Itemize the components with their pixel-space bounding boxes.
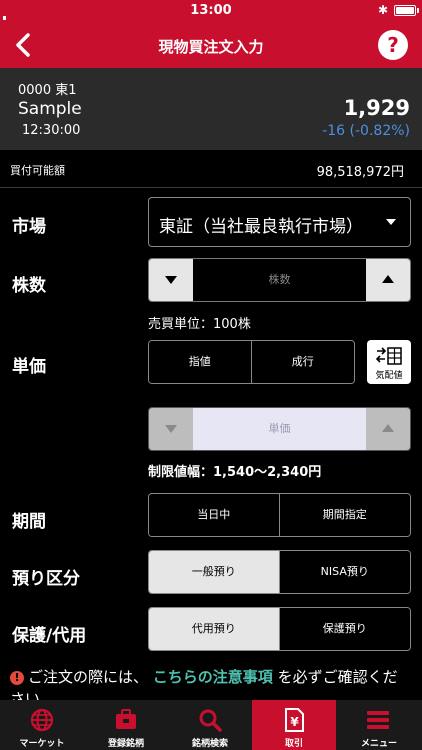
period-segment: 当日中 期間指定 bbox=[148, 493, 411, 537]
price-input[interactable]: 単価 bbox=[193, 408, 366, 450]
market-select[interactable]: 東証（当社最良執行市場） bbox=[148, 197, 411, 247]
substitute-custody-option[interactable]: 代用預り bbox=[149, 608, 280, 650]
bluetooth-icon: ✱ bbox=[377, 3, 388, 17]
triangle-up-icon bbox=[382, 424, 394, 432]
stock-code: 0000 東1 bbox=[18, 83, 77, 98]
nav-bar: 現物買注文入力 ? bbox=[0, 22, 422, 68]
tab-market-label: マーケット bbox=[19, 739, 65, 749]
account-type-segment: 一般預り NISA預り bbox=[148, 550, 411, 594]
period-label: 期間 bbox=[12, 512, 46, 532]
buying-power-label: 買付可能額 bbox=[10, 164, 65, 177]
battery-tip bbox=[417, 8, 419, 13]
status-bar: 13:00 ✱ bbox=[0, 0, 422, 22]
quote-board-icon bbox=[375, 347, 402, 365]
page-title: 現物買注文入力 bbox=[158, 38, 264, 56]
status-time: 13:00 bbox=[190, 3, 232, 18]
price-label: 単価 bbox=[12, 357, 46, 377]
shares-increment-button[interactable] bbox=[366, 259, 410, 301]
tab-search-label: 銘柄検索 bbox=[191, 739, 228, 749]
custody-segment: 代用預り 保護預り bbox=[148, 607, 411, 651]
caret-down-icon bbox=[386, 219, 396, 225]
tab-menu-label: メニュー bbox=[360, 739, 397, 749]
price-stepper: 単価 bbox=[148, 407, 411, 451]
notice-prefix: ご注文の際には、 bbox=[28, 668, 149, 686]
exclamation-icon: ! bbox=[10, 671, 24, 685]
triangle-down-icon bbox=[165, 425, 177, 433]
quote-time: 12:30:00 bbox=[22, 123, 81, 138]
tab-watchlist-label: 登録銘柄 bbox=[107, 739, 144, 749]
buying-power-value: 98,518,972円 bbox=[316, 165, 404, 180]
price-type-segment: 指値 成行 bbox=[148, 340, 355, 384]
market-label: 市場 bbox=[12, 217, 46, 237]
help-button[interactable]: ? bbox=[378, 30, 408, 60]
tab-search[interactable]: 銘柄検索 bbox=[168, 700, 252, 750]
buying-power: 買付可能額 98,518,972円 bbox=[0, 150, 422, 188]
current-price: 1,929 bbox=[343, 96, 410, 120]
nisa-account-option[interactable]: NISA預り bbox=[279, 551, 410, 593]
triangle-up-icon bbox=[382, 275, 394, 283]
briefcase-icon bbox=[116, 709, 136, 729]
stock-name: Sample bbox=[18, 99, 82, 119]
shares-input[interactable]: 株数 bbox=[193, 259, 366, 301]
price-decrement-button[interactable] bbox=[149, 408, 193, 450]
account-type-label: 預り区分 bbox=[12, 569, 80, 589]
search-icon bbox=[199, 709, 222, 732]
notice-message: ! ご注文の際には、 こちらの注意事項 を必ずご確認ください。 bbox=[10, 666, 412, 700]
notice-link[interactable]: こちらの注意事項 bbox=[153, 668, 273, 686]
trading-unit-note: 売買単位：100株 bbox=[148, 317, 251, 332]
shares-decrement-button[interactable] bbox=[149, 259, 193, 301]
shares-stepper: 株数 bbox=[148, 258, 411, 302]
period-today-option[interactable]: 当日中 bbox=[149, 494, 280, 536]
market-selected-value: 東証（当社最良執行市場） bbox=[159, 217, 363, 237]
quote-board-button[interactable]: 気配値 bbox=[367, 340, 411, 384]
tab-menu[interactable]: メニュー bbox=[336, 700, 422, 750]
general-account-option[interactable]: 一般預り bbox=[149, 551, 280, 593]
limit-order-option[interactable]: 指値 bbox=[149, 341, 252, 383]
quote-board-label: 気配値 bbox=[375, 371, 403, 381]
globe-icon bbox=[30, 708, 54, 732]
protected-custody-option[interactable]: 保護預り bbox=[279, 608, 410, 650]
price-increment-button[interactable] bbox=[366, 408, 410, 450]
market-order-option[interactable]: 成行 bbox=[251, 341, 354, 383]
tab-bar: マーケット 登録銘柄 銘柄検索 ¥ 取引 メニュー bbox=[0, 700, 422, 750]
quote-panel: 0000 東1 Sample 12:30:00 1,929 -16 (-0.82… bbox=[0, 68, 422, 150]
tab-market[interactable]: マーケット bbox=[0, 700, 84, 750]
yen-document-icon: ¥ bbox=[285, 708, 304, 732]
price-limit-note: 制限値幅：1,540〜2,340円 bbox=[148, 465, 322, 480]
period-specified-option[interactable]: 期間指定 bbox=[279, 494, 410, 536]
menu-icon bbox=[367, 711, 389, 729]
shares-label: 株数 bbox=[12, 276, 46, 296]
triangle-down-icon bbox=[165, 276, 177, 284]
custody-label: 保護/代用 bbox=[12, 626, 87, 646]
price-change: -16 (-0.82%) bbox=[322, 123, 410, 139]
tab-watchlist[interactable]: 登録銘柄 bbox=[84, 700, 168, 750]
tab-trade[interactable]: ¥ 取引 bbox=[252, 700, 336, 750]
tab-trade-label: 取引 bbox=[284, 739, 303, 749]
svg-text:¥: ¥ bbox=[290, 715, 299, 729]
battery-icon bbox=[394, 5, 416, 16]
